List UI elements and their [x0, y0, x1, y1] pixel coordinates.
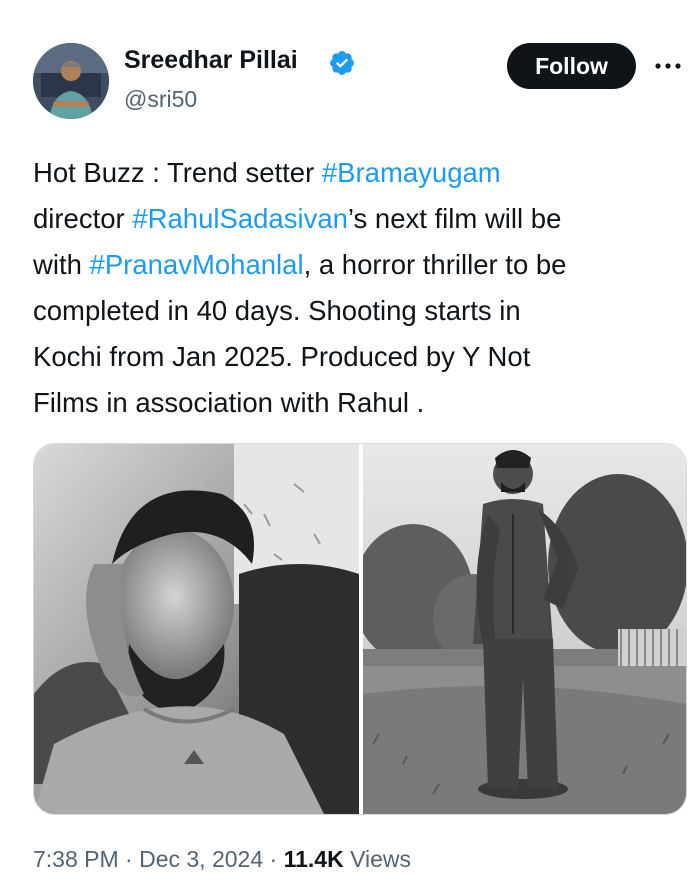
- author-handle[interactable]: @sri50: [124, 86, 197, 113]
- photo-standing-field[interactable]: [363, 444, 686, 814]
- tweet-text-segment: with: [33, 249, 90, 280]
- tweet-meta: 7:38 PM · Dec 3, 2024 · 11.4K Views: [33, 846, 411, 873]
- meta-separator: ·: [125, 846, 133, 872]
- author-display-name[interactable]: Sreedhar Pillai: [124, 46, 298, 75]
- tweet-text-line: with #PranavMohanlal, a horror thriller …: [33, 242, 683, 288]
- views-count: 11.4K: [283, 846, 344, 872]
- tweet-date[interactable]: Dec 3, 2024: [139, 846, 263, 872]
- tweet-text-line: Kochi from Jan 2025. Produced by Y Not: [33, 334, 683, 380]
- tweet-text-line: Hot Buzz : Trend setter #Bramayugam: [33, 150, 683, 196]
- tweet-text-segment: ’s next film will be: [347, 203, 562, 234]
- tweet-text-segment: Kochi from Jan 2025. Produced by Y Not: [33, 341, 531, 372]
- tweet-text-line: completed in 40 days. Shooting starts in: [33, 288, 683, 334]
- photo-portrait-closeup[interactable]: [34, 444, 359, 814]
- hashtag-link[interactable]: #Bramayugam: [322, 157, 501, 188]
- tweet-media[interactable]: [33, 443, 687, 815]
- meta-separator: ·: [269, 846, 278, 872]
- tweet-text-line: Films in association with Rahul .: [33, 380, 683, 426]
- tweet-text-segment: Hot Buzz : Trend setter: [33, 157, 322, 188]
- tweet-text-line: director #RahulSadasivan’s next film wil…: [33, 196, 683, 242]
- tweet-text-segment: Films in association with Rahul .: [33, 387, 425, 418]
- tweet-text: Hot Buzz : Trend setter #Bramayugam direc…: [33, 150, 683, 426]
- views-label: Views: [350, 846, 412, 872]
- tweet-text-segment: director: [33, 203, 133, 234]
- tweet-text-segment: , a horror thriller to be: [303, 249, 567, 280]
- hashtag-link[interactable]: #PranavMohanlal: [90, 249, 304, 280]
- avatar[interactable]: [33, 43, 109, 119]
- verified-badge-icon: [330, 51, 354, 75]
- hashtag-link[interactable]: #RahulSadasivan: [132, 203, 348, 234]
- tweet-time[interactable]: 7:38 PM: [33, 846, 119, 872]
- more-options-icon[interactable]: [652, 58, 684, 74]
- follow-button[interactable]: Follow: [507, 43, 636, 89]
- tweet-text-segment: completed in 40 days. Shooting starts in: [33, 295, 521, 326]
